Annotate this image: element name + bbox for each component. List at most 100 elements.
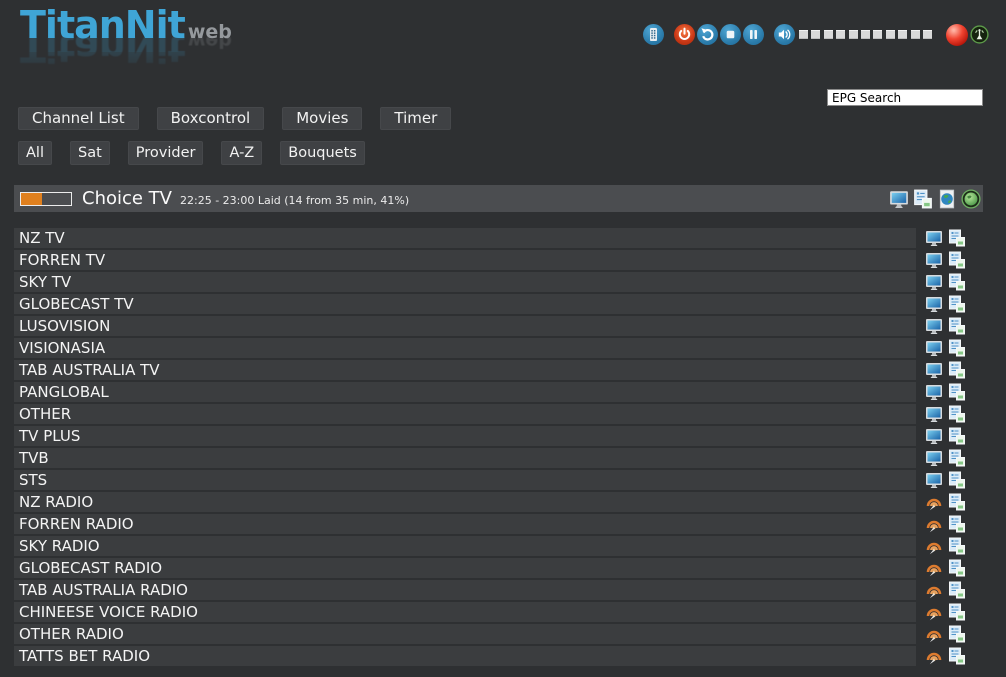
channel-row-sky-tv[interactable]: SKY TV [14,272,1006,292]
volume-segment[interactable] [923,30,932,39]
channel-row-visionasia[interactable]: VISIONASIA [14,338,1006,358]
remote-keypad-icon[interactable] [643,24,664,45]
epg-icon[interactable] [948,383,966,401]
tv-zap-icon[interactable] [925,405,943,423]
channel-row-globecast-radio[interactable]: GLOBECAST RADIO [14,558,1006,578]
power-icon[interactable] [674,24,695,45]
channel-name[interactable]: TV PLUS [14,426,916,446]
volume-segment[interactable] [824,30,833,39]
channel-row-lusovision[interactable]: LUSOVISION [14,316,1006,336]
epg-icon[interactable] [948,317,966,335]
channel-name[interactable]: FORREN RADIO [14,514,916,534]
channel-row-tab-australia-radio[interactable]: TAB AUSTRALIA RADIO [14,580,1006,600]
filter-all[interactable]: All [18,141,52,165]
radio-zap-icon[interactable] [925,647,943,665]
channel-name[interactable]: TVB [14,448,916,468]
filter-bouquets[interactable]: Bouquets [280,141,365,165]
channel-name[interactable]: FORREN TV [14,250,916,270]
filter-sat[interactable]: Sat [70,141,110,165]
tv-zap-icon[interactable] [925,427,943,445]
epg-icon[interactable] [948,339,966,357]
volume-segment[interactable] [849,30,858,39]
epg-icon[interactable] [948,581,966,599]
epg-search-input[interactable] [827,89,983,106]
epg-icon[interactable] [948,251,966,269]
volume-segment[interactable] [836,30,845,39]
channel-name[interactable]: LUSOVISION [14,316,916,336]
channel-row-sky-radio[interactable]: SKY RADIO [14,536,1006,556]
channel-row-tatts-bet-radio[interactable]: TATTS BET RADIO [14,646,1006,666]
channel-row-other-radio[interactable]: OTHER RADIO [14,624,1006,644]
volume-segment[interactable] [898,30,907,39]
tv-zap-icon[interactable] [925,251,943,269]
epg-icon[interactable] [948,493,966,511]
epg-icon[interactable] [948,427,966,445]
channel-name[interactable]: PANGLOBAL [14,382,916,402]
channel-row-other[interactable]: OTHER [14,404,1006,424]
volume-segment[interactable] [873,30,882,39]
channel-row-globecast-tv[interactable]: GLOBECAST TV [14,294,1006,314]
tab-timer[interactable]: Timer [380,107,451,130]
channel-row-panglobal[interactable]: PANGLOBAL [14,382,1006,402]
radio-zap-icon[interactable] [925,515,943,533]
epg-icon[interactable] [948,537,966,555]
radio-zap-icon[interactable] [925,493,943,511]
channel-name[interactable]: NZ TV [14,228,916,248]
tv-zap-icon[interactable] [889,189,909,209]
filter-provider[interactable]: Provider [128,141,204,165]
channel-name[interactable]: STS [14,470,916,490]
web-globe-icon[interactable] [961,189,981,209]
tv-zap-icon[interactable] [925,449,943,467]
channel-name[interactable]: TATTS BET RADIO [14,646,916,666]
channel-row-chineese-voice-radio[interactable]: CHINEESE VOICE RADIO [14,602,1006,622]
epg-icon[interactable] [948,449,966,467]
channel-name[interactable]: VISIONASIA [14,338,916,358]
tv-zap-icon[interactable] [925,295,943,313]
channel-name[interactable]: SKY RADIO [14,536,916,556]
epg-icon[interactable] [948,625,966,643]
volume-level-bar[interactable] [799,30,932,39]
channel-row-tab-australia-tv[interactable]: TAB AUSTRALIA TV [14,360,1006,380]
epg-icon[interactable] [948,515,966,533]
tab-boxcontrol[interactable]: Boxcontrol [157,107,265,130]
volume-segment[interactable] [799,30,808,39]
channel-row-tv-plus[interactable]: TV PLUS [14,426,1006,446]
epg-list-icon[interactable] [913,189,933,209]
stop-icon[interactable] [720,24,741,45]
volume-segment[interactable] [861,30,870,39]
channel-row-nz-tv[interactable]: NZ TV [14,228,1006,248]
tv-zap-icon[interactable] [925,273,943,291]
radio-zap-icon[interactable] [925,559,943,577]
tv-zap-icon[interactable] [925,383,943,401]
tv-zap-icon[interactable] [925,339,943,357]
epg-icon[interactable] [948,295,966,313]
tab-channel-list[interactable]: Channel List [18,107,139,130]
epg-icon[interactable] [948,603,966,621]
channel-name[interactable]: OTHER RADIO [14,624,916,644]
tv-zap-icon[interactable] [925,317,943,335]
speaker-icon[interactable] [774,24,795,45]
radio-zap-icon[interactable] [925,603,943,621]
tv-zap-icon[interactable] [925,471,943,489]
epg-icon[interactable] [948,273,966,291]
epg-icon[interactable] [948,471,966,489]
filter-a-z[interactable]: A-Z [221,141,262,165]
channel-row-forren-radio[interactable]: FORREN RADIO [14,514,1006,534]
refresh-icon[interactable] [697,24,718,45]
channel-name[interactable]: GLOBECAST RADIO [14,558,916,578]
epg-icon[interactable] [948,361,966,379]
channel-row-forren-tv[interactable]: FORREN TV [14,250,1006,270]
channel-name[interactable]: GLOBECAST TV [14,294,916,314]
volume-segment[interactable] [811,30,820,39]
radio-zap-icon[interactable] [925,537,943,555]
channel-name[interactable]: TAB AUSTRALIA TV [14,360,916,380]
channel-name[interactable]: SKY TV [14,272,916,292]
epg-icon[interactable] [948,229,966,247]
epg-icon[interactable] [948,647,966,665]
tv-zap-icon[interactable] [925,361,943,379]
channel-name[interactable]: OTHER [14,404,916,424]
volume-segment[interactable] [886,30,895,39]
radio-zap-icon[interactable] [925,581,943,599]
channel-name[interactable]: CHINEESE VOICE RADIO [14,602,916,622]
volume-segment[interactable] [911,30,920,39]
